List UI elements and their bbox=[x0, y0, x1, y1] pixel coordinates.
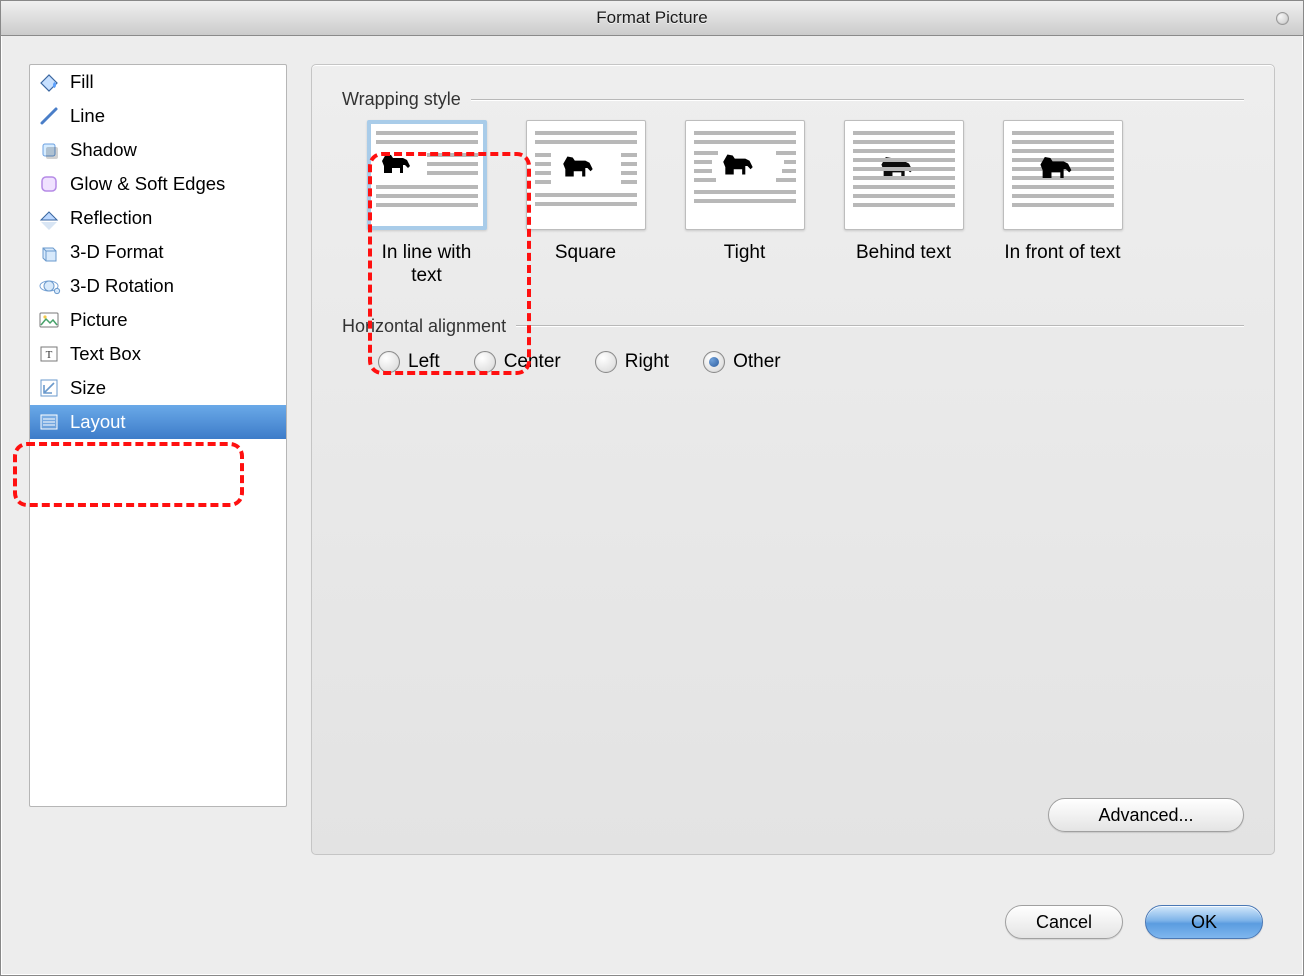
wrap-thumb-inline bbox=[367, 120, 487, 230]
radio-center[interactable]: Center bbox=[474, 351, 561, 373]
titlebar: Format Picture bbox=[1, 1, 1303, 36]
radio-label: Right bbox=[625, 351, 669, 373]
wrapping-options: In line with text bbox=[364, 120, 1244, 288]
wrap-option-behind[interactable]: Behind text bbox=[841, 120, 966, 288]
ok-button[interactable]: OK bbox=[1145, 905, 1263, 939]
sidebar: Fill Line Shadow Glow & Soft Edges bbox=[29, 64, 287, 807]
wrap-label: Square bbox=[555, 242, 616, 265]
sidebar-item-picture[interactable]: Picture bbox=[30, 303, 286, 337]
divider bbox=[516, 325, 1244, 327]
wrap-label: In line with text bbox=[364, 242, 489, 288]
sidebar-label: Text Box bbox=[70, 343, 141, 365]
radio-icon bbox=[703, 351, 725, 373]
wrap-option-inline[interactable]: In line with text bbox=[364, 120, 489, 288]
footer-buttons: Cancel OK bbox=[1005, 905, 1263, 939]
reflection-icon bbox=[36, 205, 62, 231]
wrap-thumb-square bbox=[526, 120, 646, 230]
sidebar-label: 3-D Rotation bbox=[70, 275, 174, 297]
sidebar-item-textbox[interactable]: T Text Box bbox=[30, 337, 286, 371]
dog-icon bbox=[719, 149, 759, 181]
wrap-label: Behind text bbox=[856, 242, 951, 265]
wrap-option-front[interactable]: In front of text bbox=[1000, 120, 1125, 288]
sidebar-label: Shadow bbox=[70, 139, 137, 161]
layout-icon bbox=[36, 409, 62, 435]
sidebar-item-glow[interactable]: Glow & Soft Edges bbox=[30, 167, 286, 201]
window-decor-dot bbox=[1276, 12, 1289, 25]
rotation-icon bbox=[36, 273, 62, 299]
wrap-thumb-tight bbox=[685, 120, 805, 230]
glow-icon bbox=[36, 171, 62, 197]
sidebar-label: Glow & Soft Edges bbox=[70, 173, 225, 195]
line-icon bbox=[36, 103, 62, 129]
picture-icon bbox=[36, 307, 62, 333]
sidebar-label: Fill bbox=[70, 71, 94, 93]
radio-label: Left bbox=[408, 351, 440, 373]
wrapping-style-label: Wrapping style bbox=[342, 89, 1244, 110]
sidebar-label: Layout bbox=[70, 411, 126, 433]
dog-icon bbox=[1036, 151, 1078, 185]
wrap-option-tight[interactable]: Tight bbox=[682, 120, 807, 288]
wrap-thumb-behind bbox=[844, 120, 964, 230]
sidebar-item-reflection[interactable]: Reflection bbox=[30, 201, 286, 235]
wrap-label: Tight bbox=[724, 242, 766, 265]
sidebar-item-3d-format[interactable]: 3-D Format bbox=[30, 235, 286, 269]
sidebar-item-shadow[interactable]: Shadow bbox=[30, 133, 286, 167]
sidebar-label: Reflection bbox=[70, 207, 152, 229]
window-title: Format Picture bbox=[596, 8, 707, 28]
sidebar-label: 3-D Format bbox=[70, 241, 164, 263]
wrap-option-square[interactable]: Square bbox=[523, 120, 648, 288]
radio-label: Other bbox=[733, 351, 781, 373]
sidebar-label: Size bbox=[70, 377, 106, 399]
radio-label: Center bbox=[504, 351, 561, 373]
radio-other[interactable]: Other bbox=[703, 351, 781, 373]
main-panel: Wrapping style bbox=[311, 64, 1275, 855]
format-picture-dialog: Format Picture Fill Line Shadow bbox=[0, 0, 1304, 976]
radio-left[interactable]: Left bbox=[378, 351, 440, 373]
sidebar-item-size[interactable]: Size bbox=[30, 371, 286, 405]
alignment-radio-group: Left Center Right Other bbox=[378, 351, 1244, 373]
radio-icon bbox=[474, 351, 496, 373]
shadow-icon bbox=[36, 137, 62, 163]
sidebar-item-3d-rotation[interactable]: 3-D Rotation bbox=[30, 269, 286, 303]
dog-icon bbox=[559, 151, 599, 183]
paint-bucket-icon bbox=[36, 69, 62, 95]
dog-icon bbox=[378, 149, 416, 179]
radio-right[interactable]: Right bbox=[595, 351, 669, 373]
sidebar-label: Line bbox=[70, 105, 105, 127]
wrap-thumb-front bbox=[1003, 120, 1123, 230]
wrapping-style-text: Wrapping style bbox=[342, 89, 461, 110]
radio-icon bbox=[378, 351, 400, 373]
cancel-button[interactable]: Cancel bbox=[1005, 905, 1123, 939]
sidebar-item-line[interactable]: Line bbox=[30, 99, 286, 133]
horizontal-alignment-label: Horizontal alignment bbox=[342, 316, 1244, 337]
sidebar-item-layout[interactable]: Layout bbox=[30, 405, 286, 439]
sidebar-label: Picture bbox=[70, 309, 128, 331]
sidebar-item-fill[interactable]: Fill bbox=[30, 65, 286, 99]
wrap-label: In front of text bbox=[1004, 242, 1120, 265]
advanced-button[interactable]: Advanced... bbox=[1048, 798, 1244, 832]
horizontal-alignment-text: Horizontal alignment bbox=[342, 316, 506, 337]
cube-icon bbox=[36, 239, 62, 265]
divider bbox=[471, 99, 1244, 101]
radio-icon bbox=[595, 351, 617, 373]
textbox-icon: T bbox=[36, 341, 62, 367]
svg-text:T: T bbox=[46, 349, 53, 361]
dialog-body: Fill Line Shadow Glow & Soft Edges bbox=[1, 36, 1303, 975]
size-icon bbox=[36, 375, 62, 401]
